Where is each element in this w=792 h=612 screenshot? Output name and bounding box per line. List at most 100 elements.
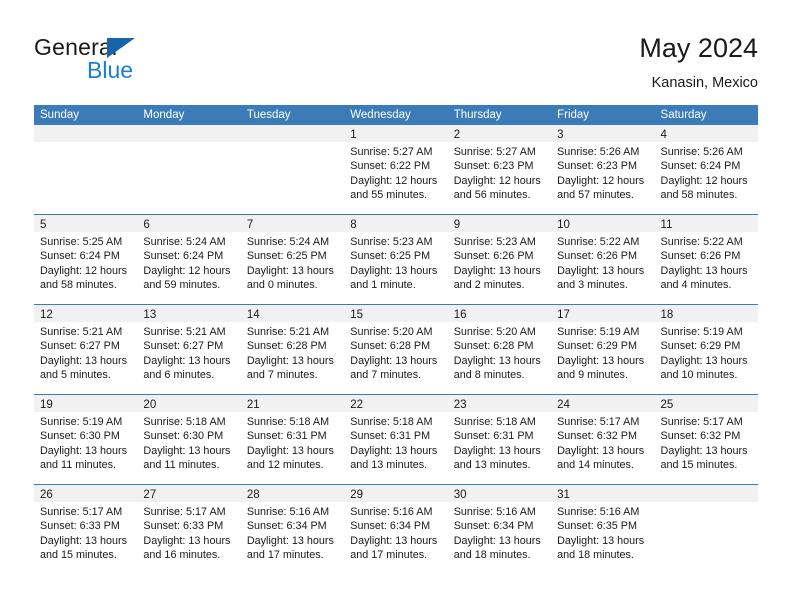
- day-number: 7: [246, 219, 254, 231]
- calendar-day-cell[interactable]: 14 Sunrise: 5:21 AM Sunset: 6:28 PM Dayligh…: [240, 305, 345, 394]
- brand-logo[interactable]: General Blue: [34, 34, 264, 90]
- calendar-day-cell[interactable]: 17 Sunrise: 5:19 AM Sunset: 6:29 PM Dayligh…: [551, 305, 655, 394]
- calendar-day-cell[interactable]: 25 Sunrise: 5:17 AM Sunset: 6:32 PM Dayligh…: [654, 395, 758, 484]
- calendar-day-cell[interactable]: 13 Sunrise: 5:21 AM Sunset: 6:27 PM Dayligh…: [137, 305, 241, 394]
- day-detail-line: Daylight: 13 hours: [143, 534, 231, 547]
- calendar-day-cell[interactable]: 16 Sunrise: 5:20 AM Sunset: 6:28 PM Dayligh…: [447, 305, 552, 394]
- calendar-day-cell[interactable]: 30 Sunrise: 5:16 AM Sunset: 6:34 PM Dayligh…: [447, 485, 552, 574]
- day-number: 31: [557, 489, 570, 501]
- calendar-day-cell[interactable]: 26 Sunrise: 5:17 AM Sunset: 6:33 PM Dayligh…: [34, 485, 138, 574]
- day-number: 5: [40, 219, 47, 231]
- day-detail-line: Sunset: 6:26 PM: [557, 250, 637, 263]
- day-detail-line: and 12 minutes.: [246, 459, 324, 472]
- day-details: Sunrise: 5:18 AM Sunset: 6:31 PM Daylight:…: [344, 412, 447, 473]
- day-details: Sunrise: 5:24 AM Sunset: 6:24 PM Daylight:…: [137, 232, 240, 293]
- day-number: 12: [40, 309, 53, 321]
- day-detail-line: and 14 minutes.: [557, 459, 634, 472]
- day-detail-line: Daylight: 13 hours: [557, 534, 645, 547]
- calendar-day-cell[interactable]: 6 Sunrise: 5:24 AM Sunset: 6:24 PM Daylight…: [137, 215, 241, 304]
- day-number: 8: [350, 219, 357, 231]
- day-detail-line: Daylight: 13 hours: [350, 534, 438, 547]
- day-detail-line: Daylight: 13 hours: [557, 354, 645, 367]
- calendar-day-cell[interactable]: 7 Sunrise: 5:24 AM Sunset: 6:25 PM Daylight…: [240, 215, 345, 304]
- day-number-band: 16: [447, 305, 552, 322]
- day-number-band: 4: [654, 125, 758, 142]
- day-details: Sunrise: 5:16 AM Sunset: 6:35 PM Daylight:…: [551, 502, 654, 563]
- calendar-day-cell[interactable]: 28 Sunrise: 5:16 AM Sunset: 6:34 PM Dayligh…: [240, 485, 345, 574]
- day-detail-line: Sunrise: 5:24 AM: [246, 236, 330, 248]
- day-detail-line: Sunrise: 5:18 AM: [246, 416, 330, 428]
- day-detail-line: Daylight: 13 hours: [350, 264, 438, 277]
- day-number-band: [137, 125, 241, 142]
- calendar-day-cell[interactable]: 24 Sunrise: 5:17 AM Sunset: 6:32 PM Dayligh…: [551, 395, 655, 484]
- day-detail-line: and 2 minutes.: [453, 279, 525, 292]
- day-detail-line: Sunrise: 5:19 AM: [40, 416, 123, 428]
- day-detail-line: Sunset: 6:24 PM: [660, 160, 741, 173]
- day-details: Sunrise: 5:22 AM Sunset: 6:26 PM Daylight:…: [551, 232, 654, 293]
- day-detail-line: Daylight: 13 hours: [660, 444, 748, 457]
- calendar-day-cell[interactable]: 11 Sunrise: 5:22 AM Sunset: 6:26 PM Dayligh…: [654, 215, 758, 304]
- calendar-day-cell[interactable]: 19 Sunrise: 5:19 AM Sunset: 6:30 PM Dayligh…: [34, 395, 138, 484]
- day-number-band: 2: [447, 125, 552, 142]
- day-detail-line: Sunrise: 5:22 AM: [557, 236, 640, 248]
- day-number-band: 10: [551, 215, 655, 232]
- calendar-weeks: 1 Sunrise: 5:27 AM Sunset: 6:22 PM Daylight…: [34, 125, 758, 574]
- day-number-band: 9: [447, 215, 552, 232]
- day-detail-line: Sunrise: 5:21 AM: [246, 326, 330, 338]
- day-number-band: 15: [344, 305, 448, 322]
- day-details: Sunrise: 5:20 AM Sunset: 6:28 PM Daylight:…: [344, 322, 447, 383]
- day-number: 21: [246, 399, 260, 411]
- calendar-day-cell[interactable]: 18 Sunrise: 5:19 AM Sunset: 6:29 PM Dayligh…: [654, 305, 758, 394]
- day-detail-line: Sunset: 6:26 PM: [660, 250, 741, 263]
- calendar-day-cell[interactable]: 22 Sunrise: 5:18 AM Sunset: 6:31 PM Dayligh…: [344, 395, 448, 484]
- calendar-day-cell[interactable]: 8 Sunrise: 5:23 AM Sunset: 6:25 PM Daylight…: [344, 215, 448, 304]
- calendar-day-cell[interactable]: 15 Sunrise: 5:20 AM Sunset: 6:28 PM Dayligh…: [344, 305, 448, 394]
- day-detail-line: and 17 minutes.: [246, 549, 324, 562]
- day-detail-line: and 56 minutes.: [453, 189, 531, 202]
- day-detail-line: Sunset: 6:30 PM: [40, 430, 120, 443]
- day-number-band: 24: [551, 395, 655, 412]
- day-number-band: 7: [240, 215, 345, 232]
- day-number-band: 22: [344, 395, 448, 412]
- day-detail-line: and 15 minutes.: [660, 459, 738, 472]
- calendar-day-cell[interactable]: 31 Sunrise: 5:16 AM Sunset: 6:35 PM Dayligh…: [551, 485, 655, 574]
- day-detail-line: and 7 minutes.: [350, 369, 422, 382]
- calendar-day-cell[interactable]: 10 Sunrise: 5:22 AM Sunset: 6:26 PM Dayligh…: [551, 215, 655, 304]
- day-detail-line: and 0 minutes.: [246, 279, 318, 292]
- day-number-band: 3: [551, 125, 655, 142]
- day-detail-line: Daylight: 13 hours: [660, 354, 748, 367]
- day-detail-line: Sunset: 6:23 PM: [557, 160, 637, 173]
- day-details: Sunrise: 5:24 AM Sunset: 6:25 PM Daylight:…: [241, 232, 344, 293]
- calendar-day-cell[interactable]: 21 Sunrise: 5:18 AM Sunset: 6:31 PM Dayligh…: [240, 395, 345, 484]
- calendar-day-cell[interactable]: 23 Sunrise: 5:18 AM Sunset: 6:31 PM Dayligh…: [447, 395, 552, 484]
- day-detail-line: Daylight: 13 hours: [350, 444, 438, 457]
- day-number: 17: [557, 309, 570, 321]
- calendar-day-cell[interactable]: 29 Sunrise: 5:16 AM Sunset: 6:34 PM Dayligh…: [344, 485, 448, 574]
- calendar-day-cell[interactable]: 12 Sunrise: 5:21 AM Sunset: 6:27 PM Dayligh…: [34, 305, 138, 394]
- calendar-day-cell[interactable]: 27 Sunrise: 5:17 AM Sunset: 6:33 PM Dayligh…: [137, 485, 241, 574]
- day-details: Sunrise: 5:18 AM Sunset: 6:31 PM Daylight:…: [448, 412, 551, 473]
- day-detail-line: Sunrise: 5:19 AM: [660, 326, 743, 338]
- calendar-day-cell[interactable]: 5 Sunrise: 5:25 AM Sunset: 6:24 PM Daylight…: [34, 215, 138, 304]
- day-number: 15: [350, 309, 364, 321]
- day-detail-line: Sunset: 6:29 PM: [660, 340, 741, 353]
- day-number-band: [654, 485, 758, 502]
- calendar-day-cell[interactable]: 4 Sunrise: 5:26 AM Sunset: 6:24 PM Daylight…: [654, 125, 758, 214]
- day-detail-line: Daylight: 13 hours: [453, 444, 541, 457]
- day-detail-line: Sunset: 6:32 PM: [557, 430, 637, 443]
- weekday-header-wednesday: Wednesday: [350, 109, 411, 121]
- day-detail-line: Sunset: 6:28 PM: [246, 340, 327, 353]
- day-detail-line: Sunrise: 5:22 AM: [660, 236, 743, 248]
- calendar-day-cell[interactable]: 1 Sunrise: 5:27 AM Sunset: 6:22 PM Daylight…: [344, 125, 448, 214]
- calendar-day-cell[interactable]: 20 Sunrise: 5:18 AM Sunset: 6:30 PM Dayligh…: [137, 395, 241, 484]
- day-detail-line: and 11 minutes.: [40, 459, 117, 472]
- day-number: 13: [143, 309, 157, 321]
- day-detail-line: and 17 minutes.: [350, 549, 428, 562]
- day-detail-line: Sunset: 6:28 PM: [453, 340, 534, 353]
- calendar-day-cell[interactable]: 2 Sunrise: 5:27 AM Sunset: 6:23 PM Daylight…: [447, 125, 552, 214]
- calendar-day-cell[interactable]: 3 Sunrise: 5:26 AM Sunset: 6:23 PM Daylight…: [551, 125, 655, 214]
- day-number-band: 25: [654, 395, 758, 412]
- calendar-day-cell[interactable]: 9 Sunrise: 5:23 AM Sunset: 6:26 PM Daylight…: [447, 215, 552, 304]
- day-detail-line: Daylight: 12 hours: [660, 174, 748, 187]
- day-detail-line: and 16 minutes.: [143, 549, 221, 562]
